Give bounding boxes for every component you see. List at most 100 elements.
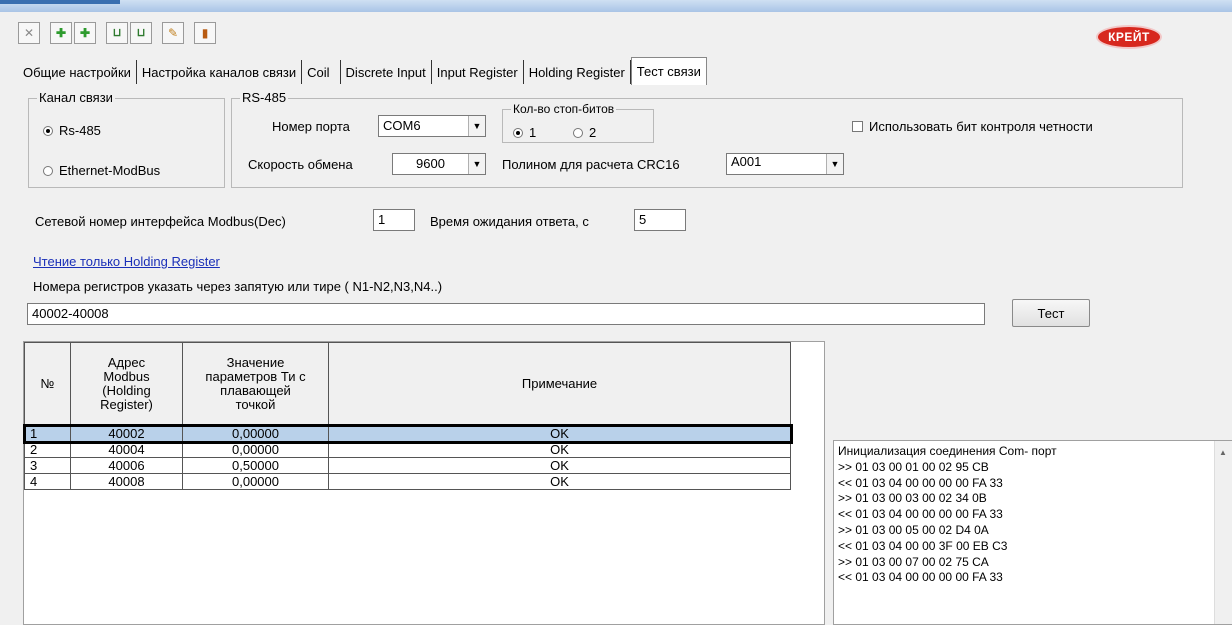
radio-stopbit-2[interactable]: 2 <box>573 125 596 140</box>
chevron-down-icon[interactable]: ▼ <box>468 116 485 136</box>
radio-stopbit-2-label: 2 <box>589 125 597 140</box>
table-row[interactable]: 2 40004 0,00000 OK <box>24 441 791 458</box>
cell-note[interactable]: OK <box>328 425 791 442</box>
tab-input-register[interactable]: Input Register <box>432 60 524 84</box>
port-combo[interactable]: COM6 ▼ <box>378 115 486 137</box>
registers-label: Номера регистров указать через запятую и… <box>33 279 443 294</box>
channel-group: Канал связи Rs-485 Ethernet-ModBus <box>28 90 225 188</box>
add-row-2-icon[interactable]: ✚ <box>74 22 96 44</box>
add-row-icon[interactable]: ✚ <box>50 22 72 44</box>
crc-combo[interactable]: A001 ▼ <box>726 153 844 175</box>
cell-address[interactable]: 40002 <box>70 425 183 442</box>
radio-rs485-label: Rs-485 <box>59 123 101 138</box>
cell-note[interactable]: OK <box>328 457 791 474</box>
tab-general-settings[interactable]: Общие настройки <box>23 60 137 84</box>
cell-num[interactable]: 2 <box>24 441 71 458</box>
cell-num[interactable]: 1 <box>24 425 71 442</box>
col-header-address-line3: (Holding <box>102 383 151 398</box>
read-holding-register-link[interactable]: Чтение только Holding Register <box>33 254 220 269</box>
cell-value[interactable]: 0,00000 <box>182 473 329 490</box>
col-header-address-line2: Modbus <box>103 369 150 384</box>
delete-icon[interactable]: ✕ <box>18 22 40 44</box>
edit-icon[interactable]: ✎ <box>162 22 184 44</box>
crc-label: Полином для расчета CRC16 <box>502 157 680 172</box>
radio-rs485-dot[interactable] <box>43 125 53 136</box>
tab-channel-settings[interactable]: Настройка каналов связи <box>137 60 303 84</box>
cell-value[interactable]: 0,50000 <box>182 457 329 474</box>
log-line: Инициализация соединения Com- порт <box>838 444 1057 458</box>
tab-coil[interactable]: Coil <box>302 60 341 84</box>
cell-value[interactable]: 0,00000 <box>182 441 329 458</box>
col-header-value-line1: Значение <box>226 355 285 370</box>
col-header-value-line3: плавающей <box>220 383 291 398</box>
results-grid: № Адрес Modbus (Holding Register) Значен… <box>22 341 825 625</box>
cell-note[interactable]: OK <box>328 473 791 490</box>
speed-label: Скорость обмена <box>248 157 353 172</box>
toolbar: ✕ ✚ ✚ ⊔ ⊔ ✎ ▮ <box>18 22 216 50</box>
window-title-bar <box>0 0 1232 12</box>
results-table: № Адрес Modbus (Holding Register) Значен… <box>22 342 793 490</box>
table-row[interactable]: 3 40006 0,50000 OK <box>24 457 791 474</box>
speed-combo[interactable]: 9600 ▼ <box>392 153 486 175</box>
table-row[interactable]: 1 40002 0,00000 OK <box>22 423 793 444</box>
cell-address[interactable]: 40006 <box>70 457 183 474</box>
scroll-up-icon[interactable]: ▲ <box>1219 445 1227 461</box>
parity-checkbox-box[interactable] <box>852 121 863 132</box>
log-line: >> 01 03 00 03 00 02 34 0B <box>838 491 987 506</box>
rs485-group: RS-485 Номер порта COM6 ▼ Кол-во стоп-би… <box>231 90 1183 188</box>
col-header-address-line4: Register) <box>100 397 153 412</box>
chevron-down-icon[interactable]: ▼ <box>468 154 485 174</box>
rs485-legend: RS-485 <box>240 90 289 105</box>
radio-ethernet-dot[interactable] <box>43 165 53 176</box>
crc-value: A001 <box>731 154 762 169</box>
channel-legend: Канал связи <box>37 90 115 105</box>
exit-icon[interactable]: ▮ <box>194 22 216 44</box>
kreit-logo: КРЕЙТ <box>1096 25 1162 49</box>
connection-test-panel: Канал связи Rs-485 Ethernet-ModBus RS-48… <box>22 86 1232 625</box>
radio-ethernet-label: Ethernet-ModBus <box>59 163 161 178</box>
timeout-input[interactable]: 5 <box>634 209 686 231</box>
table-row[interactable]: 4 40008 0,00000 OK <box>24 473 791 490</box>
radio-rs485[interactable]: Rs-485 <box>43 123 101 138</box>
parity-label: Использовать бит контроля четности <box>869 119 1093 134</box>
port-label: Номер порта <box>272 119 350 134</box>
modbus-address-label: Сетевой номер интерфейса Modbus(Dec) <box>35 214 286 229</box>
test-button[interactable]: Тест <box>1012 299 1090 327</box>
tab-connection-test[interactable]: Тест связи <box>630 57 707 85</box>
log-line: >> 01 03 00 05 00 02 D4 0A <box>838 522 989 537</box>
stopbits-group: Кол-во стоп-битов 1 2 <box>502 102 654 143</box>
log-line: << 01 03 04 00 00 3F 00 EB C3 <box>838 538 1008 553</box>
radio-stopbit-1-dot[interactable] <box>513 127 523 138</box>
col-header-address[interactable]: Адрес Modbus (Holding Register) <box>70 342 183 426</box>
radio-stopbit-2-dot[interactable] <box>573 127 583 138</box>
log-line: >> 01 03 00 01 00 02 95 CB <box>838 459 989 474</box>
cell-note[interactable]: OK <box>328 441 791 458</box>
tab-bar: Общие настройки Настройка каналов связи … <box>23 57 707 86</box>
cell-value[interactable]: 0,00000 <box>182 425 329 442</box>
radio-stopbit-1-label: 1 <box>529 125 537 140</box>
log-line: << 01 03 04 00 00 00 00 FA 33 <box>838 475 1003 490</box>
col-header-value[interactable]: Значение параметров Ти с плавающей точко… <box>182 342 329 426</box>
cell-num[interactable]: 3 <box>24 457 71 474</box>
chevron-down-icon[interactable]: ▼ <box>826 154 843 174</box>
communication-log[interactable]: Инициализация соединения Com- порт >> 01… <box>833 440 1232 625</box>
col-header-note[interactable]: Примечание <box>328 342 791 426</box>
cell-address[interactable]: 40008 <box>70 473 183 490</box>
stopbits-legend: Кол-во стоп-битов <box>511 102 617 116</box>
col-header-num[interactable]: № <box>24 342 71 426</box>
export-icon[interactable]: ⊔ <box>130 22 152 44</box>
tab-discrete-input[interactable]: Discrete Input <box>341 60 432 84</box>
speed-value: 9600 <box>416 156 445 171</box>
cell-num[interactable]: 4 <box>24 473 71 490</box>
timeout-label: Время ожидания ответа, с <box>430 214 589 229</box>
log-line: << 01 03 04 00 00 00 00 FA 33 <box>838 507 1003 522</box>
tab-holding-register[interactable]: Holding Register <box>524 60 631 84</box>
import-icon[interactable]: ⊔ <box>106 22 128 44</box>
radio-stopbit-1[interactable]: 1 <box>513 125 536 140</box>
modbus-address-input[interactable]: 1 <box>373 209 415 231</box>
registers-input[interactable]: 40002-40008 <box>27 303 985 325</box>
radio-ethernet[interactable]: Ethernet-ModBus <box>43 163 160 178</box>
cell-address[interactable]: 40004 <box>70 441 183 458</box>
log-scrollbar[interactable]: ▲ <box>1214 441 1232 624</box>
parity-checkbox[interactable]: Использовать бит контроля четности <box>852 119 1093 134</box>
